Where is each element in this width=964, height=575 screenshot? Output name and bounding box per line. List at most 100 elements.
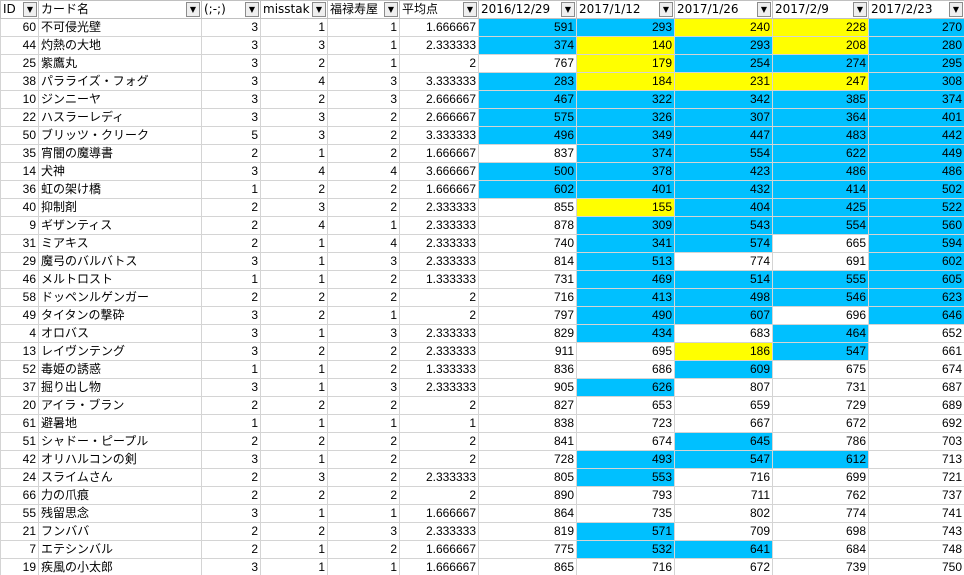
filter-dropdown-icon[interactable]: ▼ — [561, 2, 575, 17]
cell-id[interactable]: 35 — [0, 144, 39, 163]
cell-average[interactable]: 2 — [399, 54, 479, 73]
cell-fukurokujuya-score[interactable]: 1 — [327, 216, 400, 235]
cell-rank-date-2[interactable]: 186 — [674, 342, 773, 361]
cell-card-name[interactable]: 避暑地 — [38, 414, 202, 433]
filter-dropdown-icon[interactable]: ▼ — [463, 2, 477, 17]
cell-average[interactable]: 2.333333 — [399, 234, 479, 253]
cell-rank-date-4[interactable]: 652 — [868, 324, 964, 343]
column-header-1[interactable]: カード名 ▼ — [38, 0, 202, 19]
cell-average[interactable]: 2.666667 — [399, 90, 479, 109]
cell-id[interactable]: 19 — [0, 558, 39, 575]
cell-misstak-score[interactable]: 2 — [260, 432, 328, 451]
cell-card-name[interactable]: 犬神 — [38, 162, 202, 181]
cell-rank-date-4[interactable]: 374 — [868, 90, 964, 109]
cell-sad-score[interactable]: 1 — [201, 270, 261, 289]
cell-misstak-score[interactable]: 1 — [260, 558, 328, 575]
cell-average[interactable]: 1.666667 — [399, 558, 479, 575]
column-header-7[interactable]: 2017/1/12 ▼ — [576, 0, 675, 19]
cell-rank-date-2[interactable]: 254 — [674, 54, 773, 73]
cell-id[interactable]: 20 — [0, 396, 39, 415]
cell-rank-date-2[interactable]: 607 — [674, 306, 773, 325]
cell-card-name[interactable]: ミアキス — [38, 234, 202, 253]
cell-rank-date-0[interactable]: 864 — [478, 504, 577, 523]
cell-rank-date-3[interactable]: 672 — [772, 414, 869, 433]
cell-misstak-score[interactable]: 1 — [260, 450, 328, 469]
cell-rank-date-1[interactable]: 378 — [576, 162, 675, 181]
cell-rank-date-4[interactable]: 713 — [868, 450, 964, 469]
cell-sad-score[interactable]: 2 — [201, 486, 261, 505]
cell-average[interactable]: 2 — [399, 306, 479, 325]
cell-rank-date-1[interactable]: 401 — [576, 180, 675, 199]
cell-rank-date-0[interactable]: 728 — [478, 450, 577, 469]
cell-card-name[interactable]: 疾風の小太郎 — [38, 558, 202, 575]
cell-misstak-score[interactable]: 4 — [260, 216, 328, 235]
cell-rank-date-0[interactable]: 716 — [478, 288, 577, 307]
cell-sad-score[interactable]: 3 — [201, 162, 261, 181]
cell-average[interactable]: 2 — [399, 450, 479, 469]
cell-misstak-score[interactable]: 3 — [260, 126, 328, 145]
cell-rank-date-3[interactable]: 699 — [772, 468, 869, 487]
cell-id[interactable]: 55 — [0, 504, 39, 523]
cell-card-name[interactable]: オロバス — [38, 324, 202, 343]
cell-rank-date-4[interactable]: 522 — [868, 198, 964, 217]
cell-rank-date-3[interactable]: 739 — [772, 558, 869, 575]
cell-fukurokujuya-score[interactable]: 2 — [327, 486, 400, 505]
cell-rank-date-0[interactable]: 500 — [478, 162, 577, 181]
cell-rank-date-1[interactable]: 653 — [576, 396, 675, 415]
cell-rank-date-0[interactable]: 814 — [478, 252, 577, 271]
cell-card-name[interactable]: オリハルコンの剣 — [38, 450, 202, 469]
cell-rank-date-3[interactable]: 774 — [772, 504, 869, 523]
cell-average[interactable]: 2.666667 — [399, 108, 479, 127]
cell-average[interactable]: 1.333333 — [399, 360, 479, 379]
cell-card-name[interactable]: アイラ・ブラン — [38, 396, 202, 415]
cell-fukurokujuya-score[interactable]: 2 — [327, 270, 400, 289]
cell-rank-date-1[interactable]: 349 — [576, 126, 675, 145]
cell-fukurokujuya-score[interactable]: 2 — [327, 450, 400, 469]
cell-average[interactable]: 2.333333 — [399, 522, 479, 541]
cell-rank-date-0[interactable]: 731 — [478, 270, 577, 289]
cell-fukurokujuya-score[interactable]: 2 — [327, 126, 400, 145]
cell-fukurokujuya-score[interactable]: 1 — [327, 54, 400, 73]
cell-rank-date-1[interactable]: 695 — [576, 342, 675, 361]
cell-misstak-score[interactable]: 1 — [260, 18, 328, 37]
cell-rank-date-0[interactable]: 496 — [478, 126, 577, 145]
cell-rank-date-1[interactable]: 571 — [576, 522, 675, 541]
cell-average[interactable]: 2.333333 — [399, 198, 479, 217]
cell-average[interactable]: 2 — [399, 396, 479, 415]
cell-card-name[interactable]: ジンニーヤ — [38, 90, 202, 109]
cell-card-name[interactable]: フンババ — [38, 522, 202, 541]
cell-average[interactable]: 2.333333 — [399, 342, 479, 361]
cell-rank-date-2[interactable]: 802 — [674, 504, 773, 523]
cell-average[interactable]: 1.666667 — [399, 18, 479, 37]
cell-id[interactable]: 44 — [0, 36, 39, 55]
cell-sad-score[interactable]: 2 — [201, 216, 261, 235]
cell-sad-score[interactable]: 2 — [201, 288, 261, 307]
cell-rank-date-3[interactable]: 698 — [772, 522, 869, 541]
cell-rank-date-1[interactable]: 674 — [576, 432, 675, 451]
column-header-3[interactable]: misstak ▼ — [260, 0, 328, 19]
cell-card-name[interactable]: ドッペンルゲンガー — [38, 288, 202, 307]
cell-rank-date-3[interactable]: 555 — [772, 270, 869, 289]
cell-card-name[interactable]: パラライズ・フォグ — [38, 72, 202, 91]
cell-rank-date-2[interactable]: 645 — [674, 432, 773, 451]
cell-rank-date-3[interactable]: 486 — [772, 162, 869, 181]
cell-rank-date-2[interactable]: 547 — [674, 450, 773, 469]
cell-rank-date-1[interactable]: 469 — [576, 270, 675, 289]
cell-sad-score[interactable]: 3 — [201, 36, 261, 55]
cell-rank-date-2[interactable]: 342 — [674, 90, 773, 109]
cell-rank-date-4[interactable]: 308 — [868, 72, 964, 91]
cell-rank-date-2[interactable]: 307 — [674, 108, 773, 127]
cell-average[interactable]: 3.666667 — [399, 162, 479, 181]
cell-rank-date-1[interactable]: 326 — [576, 108, 675, 127]
cell-misstak-score[interactable]: 1 — [260, 540, 328, 559]
cell-average[interactable]: 2.333333 — [399, 378, 479, 397]
cell-misstak-score[interactable]: 2 — [260, 306, 328, 325]
cell-fukurokujuya-score[interactable]: 2 — [327, 432, 400, 451]
filter-dropdown-icon[interactable]: ▼ — [186, 2, 200, 17]
cell-sad-score[interactable]: 5 — [201, 126, 261, 145]
cell-rank-date-1[interactable]: 413 — [576, 288, 675, 307]
filter-dropdown-icon[interactable]: ▼ — [757, 2, 771, 17]
cell-card-name[interactable]: シャドー・ピープル — [38, 432, 202, 451]
cell-id[interactable]: 61 — [0, 414, 39, 433]
cell-average[interactable]: 3.333333 — [399, 72, 479, 91]
